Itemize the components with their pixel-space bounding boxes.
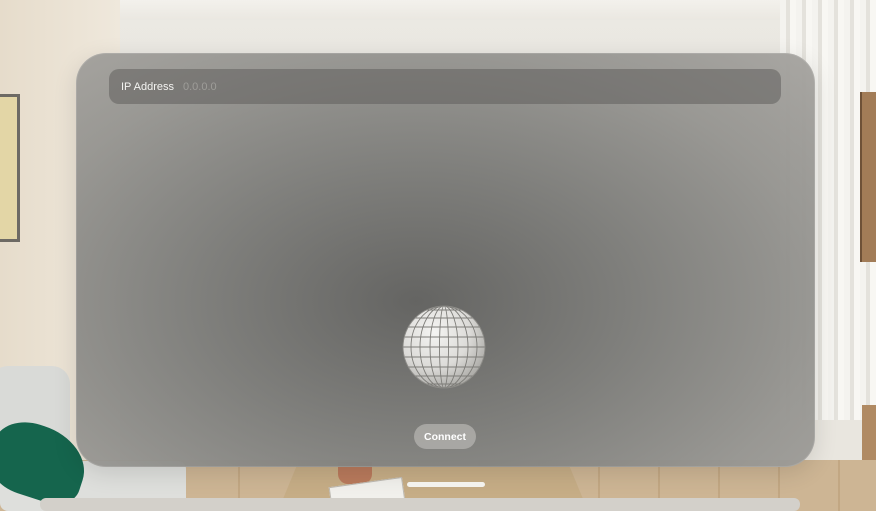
bookshelf [860,92,876,262]
ip-address-label: IP Address [121,80,174,93]
connect-button[interactable]: Connect [414,424,476,449]
coffee-table [40,498,800,511]
ip-address-input[interactable] [183,80,703,93]
wall-picture [0,94,20,242]
room-environment: IP Address 0.0.0.0 Connect [0,0,876,511]
window-grabber-bar[interactable] [407,482,485,487]
wireframe-globe-icon [402,305,486,389]
app-window: IP Address 0.0.0.0 Connect [76,53,815,467]
ip-address-row[interactable]: IP Address [109,69,781,104]
